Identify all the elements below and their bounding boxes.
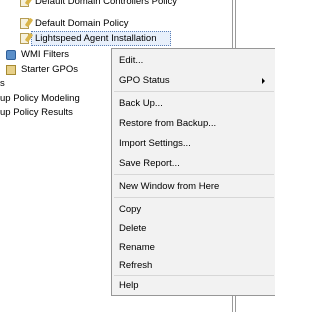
gpo-link-icon — [20, 33, 29, 44]
menu-item-label: Help — [119, 280, 139, 291]
menu-item-label: Copy — [119, 204, 142, 215]
wmi-filter-icon — [6, 50, 16, 60]
submenu-arrow-icon — [262, 78, 265, 84]
pane-splitter[interactable] — [235, 296, 236, 312]
menu-item-new-window-from-here[interactable]: New Window from Here — [112, 177, 276, 196]
menu-item-label: Import Settings... — [119, 138, 191, 149]
menu-item-label: Delete — [119, 223, 147, 234]
menu-separator — [114, 91, 274, 92]
pane-splitter[interactable] — [232, 296, 233, 312]
menu-item-save-report[interactable]: Save Report... — [112, 154, 276, 173]
menu-item-label: Refresh — [119, 260, 153, 271]
tree-item-label: WMI Filters — [21, 49, 70, 60]
starter-gpo-icon — [6, 65, 16, 75]
menu-separator — [114, 197, 274, 198]
gpo-link-icon — [20, 0, 29, 7]
menu-item-import-settings[interactable]: Import Settings... — [112, 134, 276, 153]
tree-item-label: Default Domain Policy — [35, 18, 129, 29]
menu-item-label: New Window from Here — [119, 181, 220, 192]
menu-item-label: Rename — [119, 242, 155, 253]
tree-item-label: up Policy Modeling — [0, 93, 80, 104]
menu-item-label: Edit... — [119, 55, 144, 66]
menu-separator — [114, 174, 274, 175]
menu-item-label: Back Up... — [119, 98, 163, 109]
menu-item-restore-from-backup[interactable]: Restore from Backup... — [112, 114, 276, 133]
menu-item-edit[interactable]: Edit... — [112, 51, 276, 70]
menu-item-rename[interactable]: Rename — [112, 238, 276, 257]
menu-item-label: GPO Status — [119, 75, 170, 86]
pane-splitter[interactable] — [232, 0, 233, 48]
context-menu: Edit... GPO Status Back Up... Restore fr… — [111, 48, 275, 296]
menu-item-label: Save Report... — [119, 158, 180, 169]
menu-item-refresh[interactable]: Refresh — [112, 256, 276, 275]
tree-item-label: Starter GPOs — [21, 64, 79, 75]
pane-splitter[interactable] — [235, 0, 236, 48]
gpo-link-icon — [20, 18, 29, 29]
menu-item-gpo-status[interactable]: GPO Status — [112, 71, 276, 90]
tree-item-label: up Policy Results — [0, 107, 73, 118]
menu-item-help[interactable]: Help — [112, 276, 276, 295]
menu-item-back-up[interactable]: Back Up... — [112, 94, 276, 113]
menu-item-delete[interactable]: Delete — [112, 219, 276, 238]
menu-item-copy[interactable]: Copy — [112, 200, 276, 219]
menu-item-label: Restore from Backup... — [119, 118, 217, 129]
tree-item-label: Lightspeed Agent Installation — [35, 33, 157, 44]
tree-item-label: Default Domain Controllers Policy — [35, 0, 178, 7]
tree-item-label: s — [0, 78, 5, 89]
